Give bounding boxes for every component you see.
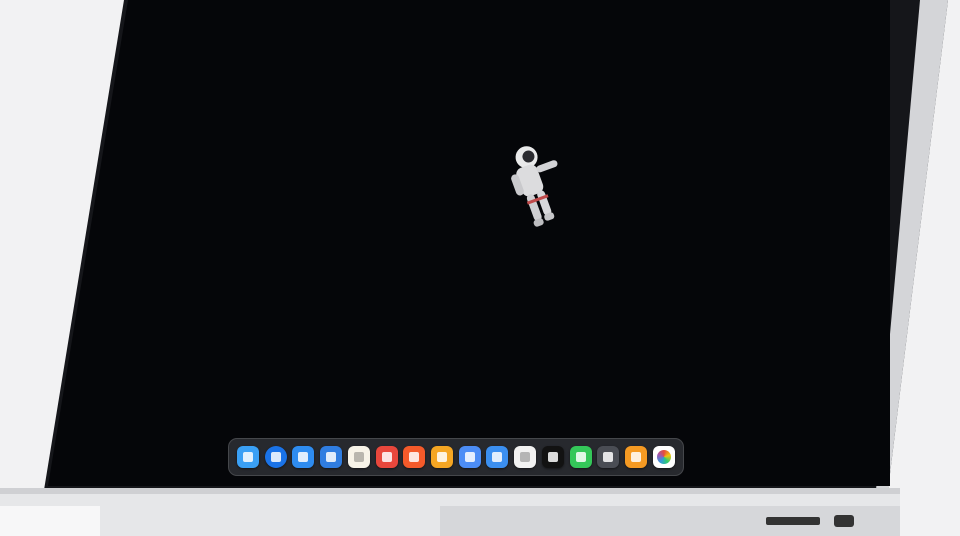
- usb-port: [834, 515, 854, 527]
- notes-icon[interactable]: [347, 446, 370, 468]
- orange-app-icon-glyph: [409, 452, 420, 462]
- hinge: [0, 488, 900, 494]
- app-store-icon-glyph: [270, 452, 281, 462]
- orange-app-icon[interactable]: [403, 446, 426, 468]
- app-store-icon[interactable]: [264, 446, 287, 468]
- hexagon-app-icon[interactable]: [375, 446, 398, 468]
- document-icon[interactable]: [514, 446, 537, 468]
- cube-icon[interactable]: [597, 446, 620, 468]
- sails-icon[interactable]: [320, 446, 343, 468]
- messages-icon[interactable]: [569, 446, 592, 468]
- sd-card-slot: [766, 517, 820, 525]
- multi-window-icon[interactable]: [292, 446, 315, 468]
- amber-app-icon[interactable]: [431, 446, 454, 468]
- astronaut-wallpaper-image: [511, 146, 558, 227]
- hexagon-app-icon-glyph: [381, 452, 392, 462]
- desktop-screen: [48, 0, 890, 486]
- paper-plane-icon[interactable]: [458, 446, 481, 468]
- base-front-left: [0, 506, 100, 536]
- multi-window-icon-glyph: [298, 452, 309, 462]
- multicolor-flower-icon[interactable]: [652, 446, 675, 468]
- amber-app-icon-glyph: [437, 452, 448, 462]
- dock: [228, 438, 684, 476]
- terminal-icon-glyph: [547, 452, 558, 462]
- sails-icon-glyph: [326, 452, 337, 462]
- base-side: [440, 506, 900, 536]
- finder-icon-glyph: [243, 452, 253, 462]
- multicolor-flower-icon-glyph: [656, 450, 671, 464]
- terminal-icon[interactable]: [541, 446, 564, 468]
- paper-plane-icon-glyph: [464, 452, 475, 462]
- document-icon-glyph: [520, 452, 531, 462]
- orange-star-icon[interactable]: [625, 446, 648, 468]
- blue-folder-icon-glyph: [492, 452, 503, 462]
- finder-icon[interactable]: [237, 446, 259, 468]
- notes-icon-glyph: [353, 452, 364, 462]
- laptop-scene: [0, 0, 960, 536]
- blue-folder-icon[interactable]: [486, 446, 509, 468]
- orange-star-icon-glyph: [631, 452, 642, 462]
- messages-icon-glyph: [575, 452, 586, 462]
- cube-icon-glyph: [603, 452, 614, 462]
